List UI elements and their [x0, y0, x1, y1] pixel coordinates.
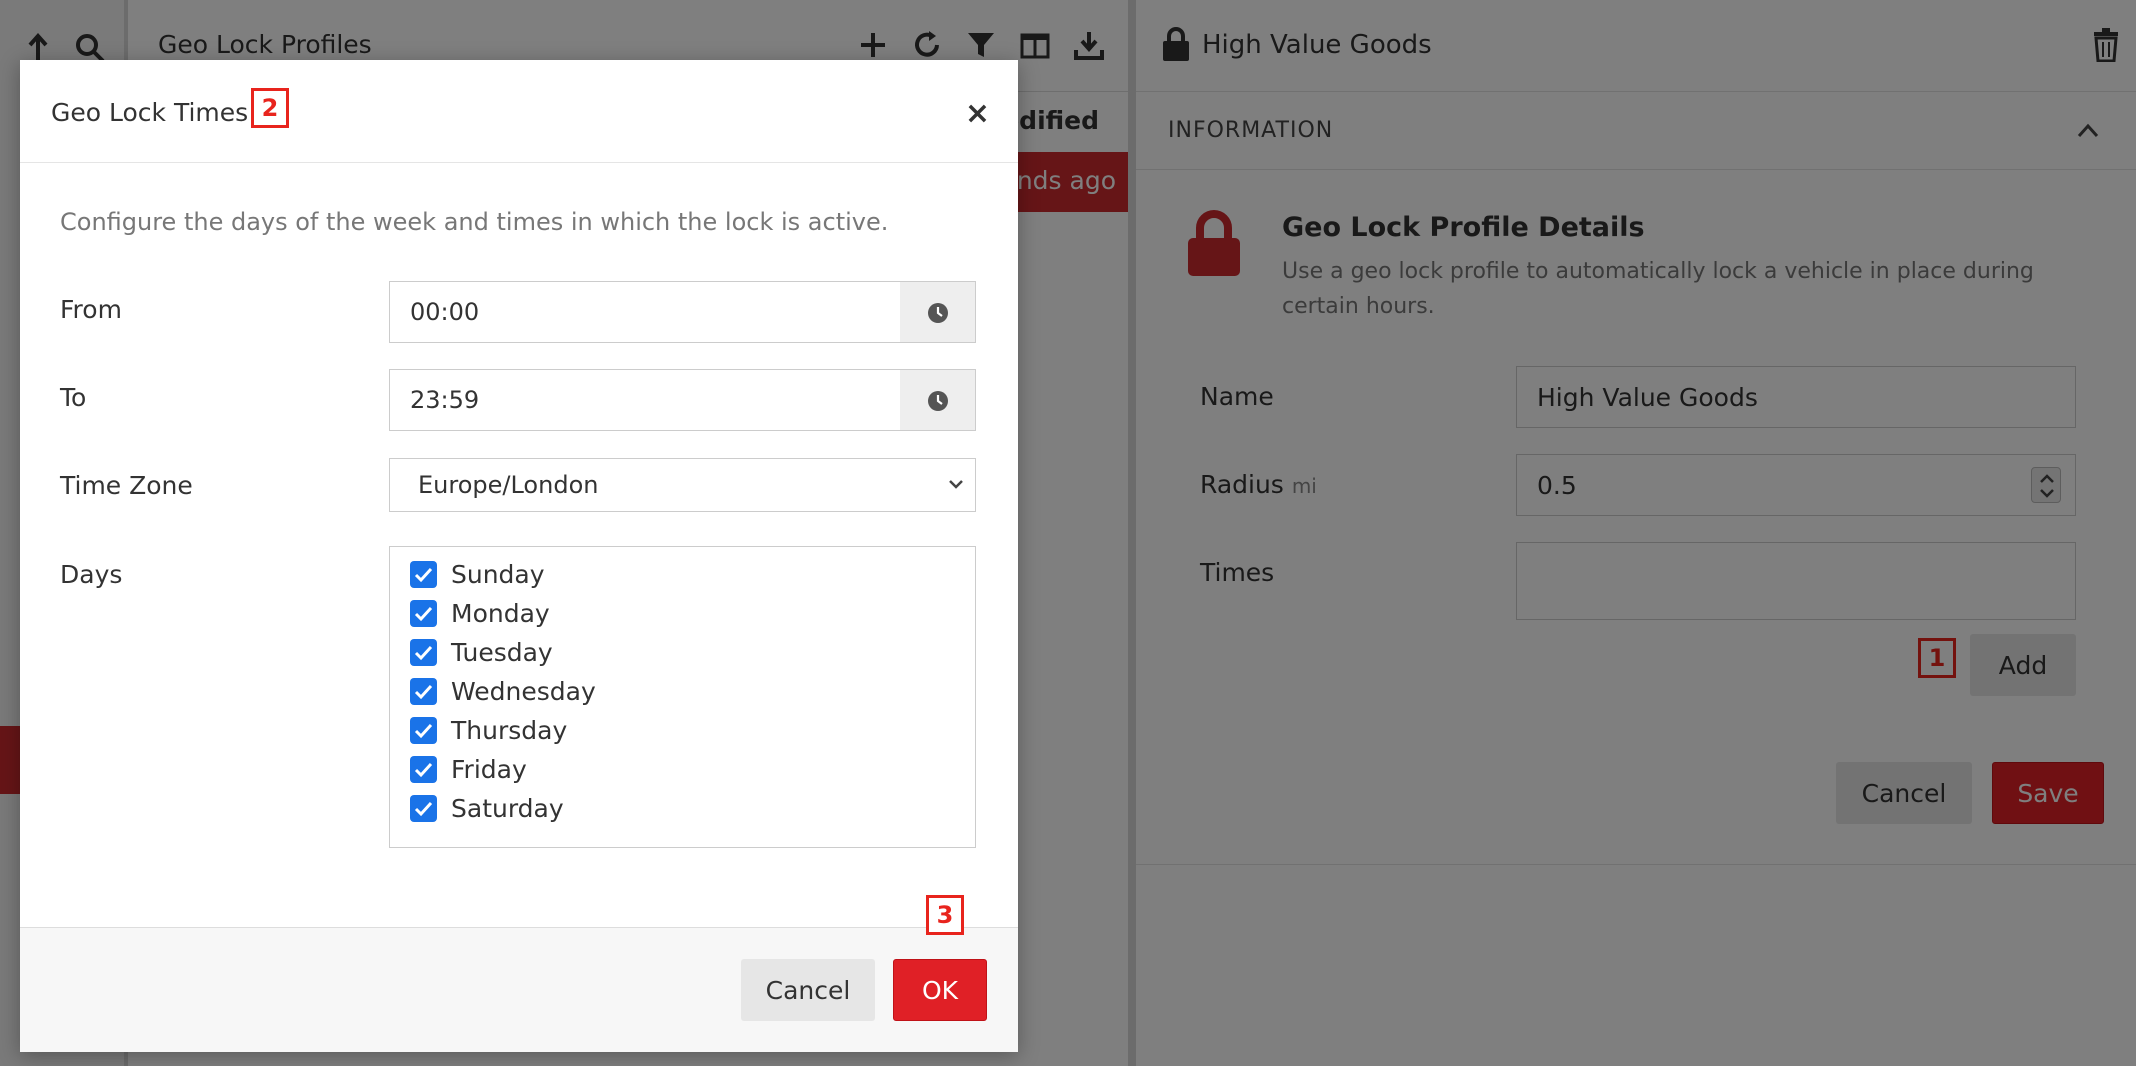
callout-2: 2 [251, 88, 289, 128]
day-label: Thursday [451, 715, 568, 745]
day-label: Friday [451, 754, 527, 784]
from-time-input[interactable] [389, 281, 901, 343]
checkbox-icon[interactable] [410, 677, 437, 705]
to-time-input[interactable] [389, 369, 901, 431]
day-label: Saturday [451, 793, 564, 823]
checkbox-icon[interactable] [410, 794, 437, 822]
timezone-select[interactable]: Europe/London [389, 458, 976, 512]
day-checkbox-row[interactable]: Monday [410, 598, 550, 628]
day-label: Tuesday [451, 637, 553, 667]
day-checkbox-row[interactable]: Friday [410, 754, 527, 784]
day-checkbox-row[interactable]: Wednesday [410, 676, 596, 706]
dialog-header: Geo Lock Times 2 × [20, 60, 1018, 163]
to-label: To [60, 383, 87, 412]
checkbox-icon[interactable] [410, 755, 437, 783]
dialog-cancel-button[interactable]: Cancel [741, 959, 875, 1021]
day-checkbox-row[interactable]: Tuesday [410, 637, 553, 667]
checkbox-icon[interactable] [410, 638, 437, 666]
dialog-description: Configure the days of the week and times… [60, 208, 889, 236]
day-checkbox-row[interactable]: Saturday [410, 793, 564, 823]
dialog-footer: 3 Cancel OK [20, 895, 1018, 1052]
day-checkbox-row[interactable]: Thursday [410, 715, 567, 745]
day-label: Sunday [451, 559, 545, 589]
dialog-ok-button[interactable]: OK [893, 959, 987, 1021]
checkbox-icon[interactable] [410, 560, 437, 588]
callout-3: 3 [926, 895, 964, 935]
from-label: From [60, 295, 122, 324]
chevron-down-icon [949, 480, 963, 489]
timezone-label: Time Zone [60, 471, 193, 500]
geo-lock-times-dialog: Geo Lock Times 2 × Configure the days of… [20, 60, 1018, 1052]
from-time-picker-button[interactable] [900, 281, 976, 343]
dialog-title: Geo Lock Times [51, 98, 249, 127]
days-list: Sunday Monday Tuesday Wednesday Thursday Frid… [389, 546, 976, 848]
checkbox-icon[interactable] [410, 599, 437, 627]
timezone-value: Europe/London [418, 471, 599, 499]
clock-icon [928, 303, 948, 323]
clock-icon [928, 391, 948, 411]
to-time-picker-button[interactable] [900, 369, 976, 431]
day-label: Wednesday [451, 676, 596, 706]
close-icon[interactable]: × [965, 96, 990, 131]
day-checkbox-row[interactable]: Sunday [410, 559, 545, 589]
checkbox-icon[interactable] [410, 716, 437, 744]
day-label: Monday [451, 598, 550, 628]
days-label: Days [60, 560, 123, 589]
